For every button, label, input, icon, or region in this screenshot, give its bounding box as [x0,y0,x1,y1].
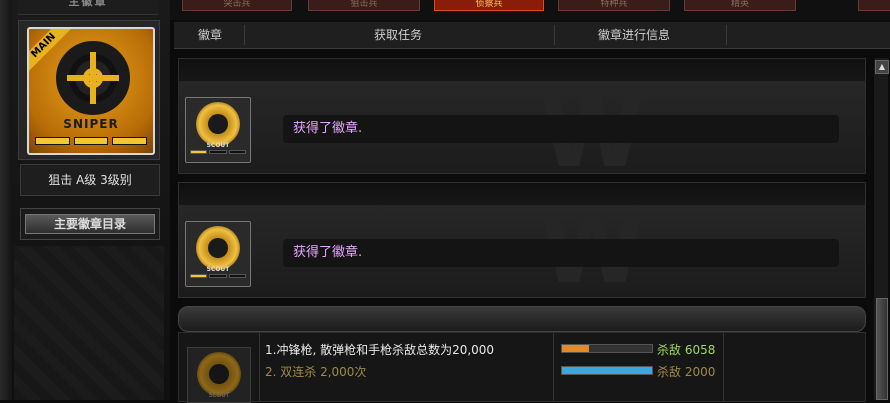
badge-level-text: 狙击 A级 3级别 [20,164,160,196]
progress-bar-2 [561,366,653,375]
left-panel: 主徽章 MAIN SNIPER 狙击 A级 3级别 主要徽章目录 [0,0,170,400]
header-badge: 徽章 [198,28,223,42]
tab-special[interactable]: 特种兵 [558,0,670,11]
tab-sniper[interactable]: 狙击兵 [308,0,420,11]
scroll-up-icon[interactable]: ▲ [875,60,889,74]
scout-badge-icon: SCOUT [185,97,251,163]
main-badge-frame[interactable]: MAIN SNIPER [18,20,160,160]
scout-badge-locked-icon: SCOUT [187,347,251,403]
scroll-thumb[interactable] [876,298,888,400]
badge-entry[interactable]: W SCOUT 获得了徽章. [178,58,866,189]
left-background-texture [14,246,164,400]
left-edge-decoration [0,0,12,400]
main-badge-title: 主徽章 [18,0,158,15]
badge-message: 获得了徽章. [283,115,839,143]
entry-header-bar [179,183,865,205]
badge-message: 获得了徽章. [283,239,839,267]
tab-elite[interactable]: 精英 [684,0,796,11]
entry-header-bar [179,59,865,81]
mission-task-2: 2. 双连杀 2,000次 [265,365,367,379]
tab-scout[interactable]: 侦察兵 [434,0,544,11]
header-task: 获取任务 [374,28,423,42]
class-tabs: 突击兵 狙击兵 侦察兵 特种兵 精英 [170,0,890,20]
mission-header-bar [178,306,866,332]
main-badge-level-bars [35,137,148,145]
progress-bar-1 [561,344,653,353]
table-header: 徽章 获取任务 徽章进行信息 [174,22,890,49]
crosshair-icon [56,41,130,115]
scrollbar[interactable]: ▲ [874,58,889,400]
mission-task-1: 1.冲锋枪, 散弹枪和手枪杀敌总数为20,000 [265,343,495,357]
main-badge-list-label: 主要徽章目录 [25,214,155,234]
main-badge-image: MAIN SNIPER [27,27,155,155]
kill-count-2: 杀敌 2000 [657,365,716,379]
badge-entry[interactable]: W SCOUT 获得了徽章. [178,182,866,305]
header-progress-info: 徽章进行信息 [598,28,671,42]
tab-extra[interactable] [858,0,890,11]
main-badge-name: SNIPER [63,117,119,131]
kill-count-1: 杀敌 6058 [657,343,716,357]
tab-assault[interactable]: 突击兵 [182,0,292,11]
scout-badge-icon: SCOUT [185,221,251,287]
main-badge-list-button[interactable]: 主要徽章目录 [20,208,160,240]
mission-row: SCOUT 1.冲锋枪, 散弹枪和手枪杀敌总数为20,000 2. 双连杀 2,… [178,332,866,403]
